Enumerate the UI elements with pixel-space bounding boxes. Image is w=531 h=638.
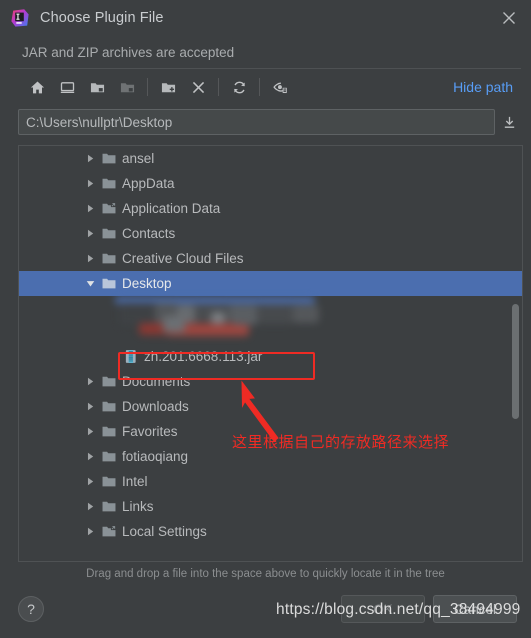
tree-item-folder[interactable]: Documents bbox=[19, 369, 522, 394]
tree-item-label: AppData bbox=[122, 176, 175, 191]
intellij-idea-icon bbox=[10, 8, 30, 28]
chevron-right-icon[interactable] bbox=[81, 377, 99, 386]
folder-icon bbox=[99, 152, 119, 165]
folder-icon bbox=[99, 450, 119, 463]
chevron-right-icon[interactable] bbox=[81, 179, 99, 188]
toolbar-separator bbox=[147, 78, 148, 96]
window-title: Choose Plugin File bbox=[40, 10, 164, 26]
refresh-icon[interactable] bbox=[224, 74, 254, 100]
tree-item-label: Links bbox=[122, 499, 154, 514]
chevron-down-icon[interactable] bbox=[81, 279, 99, 288]
directory-tree[interactable]: ansel AppData Application Data Contacts Crea… bbox=[18, 145, 523, 562]
tree-item-folder[interactable]: Desktop bbox=[19, 271, 522, 296]
ok-button[interactable]: OK bbox=[341, 595, 425, 623]
chevron-right-icon[interactable] bbox=[81, 402, 99, 411]
download-icon[interactable] bbox=[495, 109, 523, 135]
tree-item-label: Creative Cloud Files bbox=[122, 251, 244, 266]
tree-item-folder[interactable]: fotiaoqiang bbox=[19, 444, 522, 469]
cancel-button[interactable]: Cancel bbox=[433, 595, 517, 623]
folder-icon bbox=[99, 177, 119, 190]
folder-icon bbox=[99, 400, 119, 413]
folder-shortcut-icon bbox=[99, 202, 119, 215]
folder-icon bbox=[99, 227, 119, 240]
module-folder-icon[interactable] bbox=[112, 74, 142, 100]
tree-item-label: Local Settings bbox=[122, 524, 207, 539]
path-row: C:\Users\nullptr\Desktop bbox=[0, 105, 531, 139]
jar-file-icon bbox=[121, 349, 141, 364]
chevron-right-icon[interactable] bbox=[81, 254, 99, 263]
show-hidden-files-icon[interactable] bbox=[265, 74, 295, 100]
tree-item-folder[interactable]: Local Settings bbox=[19, 519, 522, 544]
home-icon[interactable] bbox=[22, 74, 52, 100]
tree-item-label: Application Data bbox=[122, 201, 221, 216]
tree-item-label: Downloads bbox=[122, 399, 189, 414]
drag-drop-hint: Drag and drop a file into the space abov… bbox=[86, 568, 445, 580]
tree-item-label: Intel bbox=[122, 474, 148, 489]
tree-item-folder[interactable]: Creative Cloud Files bbox=[19, 246, 522, 271]
tree-item-label: fotiaoqiang bbox=[122, 449, 189, 464]
tree-item-file[interactable]: zh.201.6668.113.jar bbox=[19, 344, 522, 369]
chevron-right-icon[interactable] bbox=[81, 204, 99, 213]
folder-icon bbox=[99, 500, 119, 513]
tree-item-folder[interactable]: Links bbox=[19, 494, 522, 519]
file-chooser-toolbar: Hide path bbox=[0, 69, 531, 105]
help-button[interactable]: ? bbox=[18, 596, 44, 622]
chevron-right-icon[interactable] bbox=[81, 452, 99, 461]
delete-icon[interactable] bbox=[183, 74, 213, 100]
tree-item-folder[interactable]: Contacts bbox=[19, 221, 522, 246]
chevron-right-icon[interactable] bbox=[81, 427, 99, 436]
redacted-content bbox=[115, 296, 323, 342]
tree-item-folder[interactable]: ansel bbox=[19, 146, 522, 171]
path-input[interactable]: C:\Users\nullptr\Desktop bbox=[18, 109, 495, 135]
tree-scrollbar-thumb[interactable] bbox=[512, 304, 519, 420]
tree-item-folder[interactable]: Downloads bbox=[19, 394, 522, 419]
chevron-right-icon[interactable] bbox=[81, 527, 99, 536]
choose-plugin-file-dialog: Choose Plugin File JAR and ZIP archives … bbox=[0, 0, 531, 638]
folder-icon bbox=[99, 475, 119, 488]
tree-item-label: Favorites bbox=[122, 424, 178, 439]
folder-icon bbox=[99, 277, 119, 290]
chevron-right-icon[interactable] bbox=[81, 502, 99, 511]
tree-item-folder[interactable]: Intel bbox=[19, 469, 522, 494]
hide-path-link[interactable]: Hide path bbox=[453, 79, 521, 95]
tree-item-folder[interactable]: Favorites bbox=[19, 419, 522, 444]
title-bar: Choose Plugin File bbox=[0, 0, 531, 36]
tree-item-folder[interactable]: Application Data bbox=[19, 196, 522, 221]
toolbar-separator bbox=[218, 78, 219, 96]
dialog-subtitle: JAR and ZIP archives are accepted bbox=[22, 44, 235, 60]
desktop-icon[interactable] bbox=[52, 74, 82, 100]
close-icon[interactable] bbox=[495, 4, 523, 32]
tree-item-label: zh.201.6668.113.jar bbox=[144, 349, 263, 364]
project-folder-icon[interactable] bbox=[82, 74, 112, 100]
chevron-right-icon[interactable] bbox=[81, 477, 99, 486]
folder-icon bbox=[99, 252, 119, 265]
tree-scrollbar[interactable] bbox=[511, 148, 520, 559]
tree-item-label: Contacts bbox=[122, 226, 176, 241]
tree-item-label: ansel bbox=[122, 151, 155, 166]
chevron-right-icon[interactable] bbox=[81, 229, 99, 238]
folder-shortcut-icon bbox=[99, 525, 119, 538]
folder-icon bbox=[99, 425, 119, 438]
chevron-right-icon[interactable] bbox=[81, 154, 99, 163]
folder-icon bbox=[99, 375, 119, 388]
tree-item-folder[interactable]: AppData bbox=[19, 171, 522, 196]
new-folder-icon[interactable] bbox=[153, 74, 183, 100]
tree-item-redacted[interactable] bbox=[19, 296, 522, 344]
toolbar-separator bbox=[259, 78, 260, 96]
tree-item-label: Desktop bbox=[122, 276, 172, 291]
tree-item-label: Documents bbox=[122, 374, 191, 389]
dialog-button-bar: ? OK Cancel bbox=[0, 586, 531, 638]
